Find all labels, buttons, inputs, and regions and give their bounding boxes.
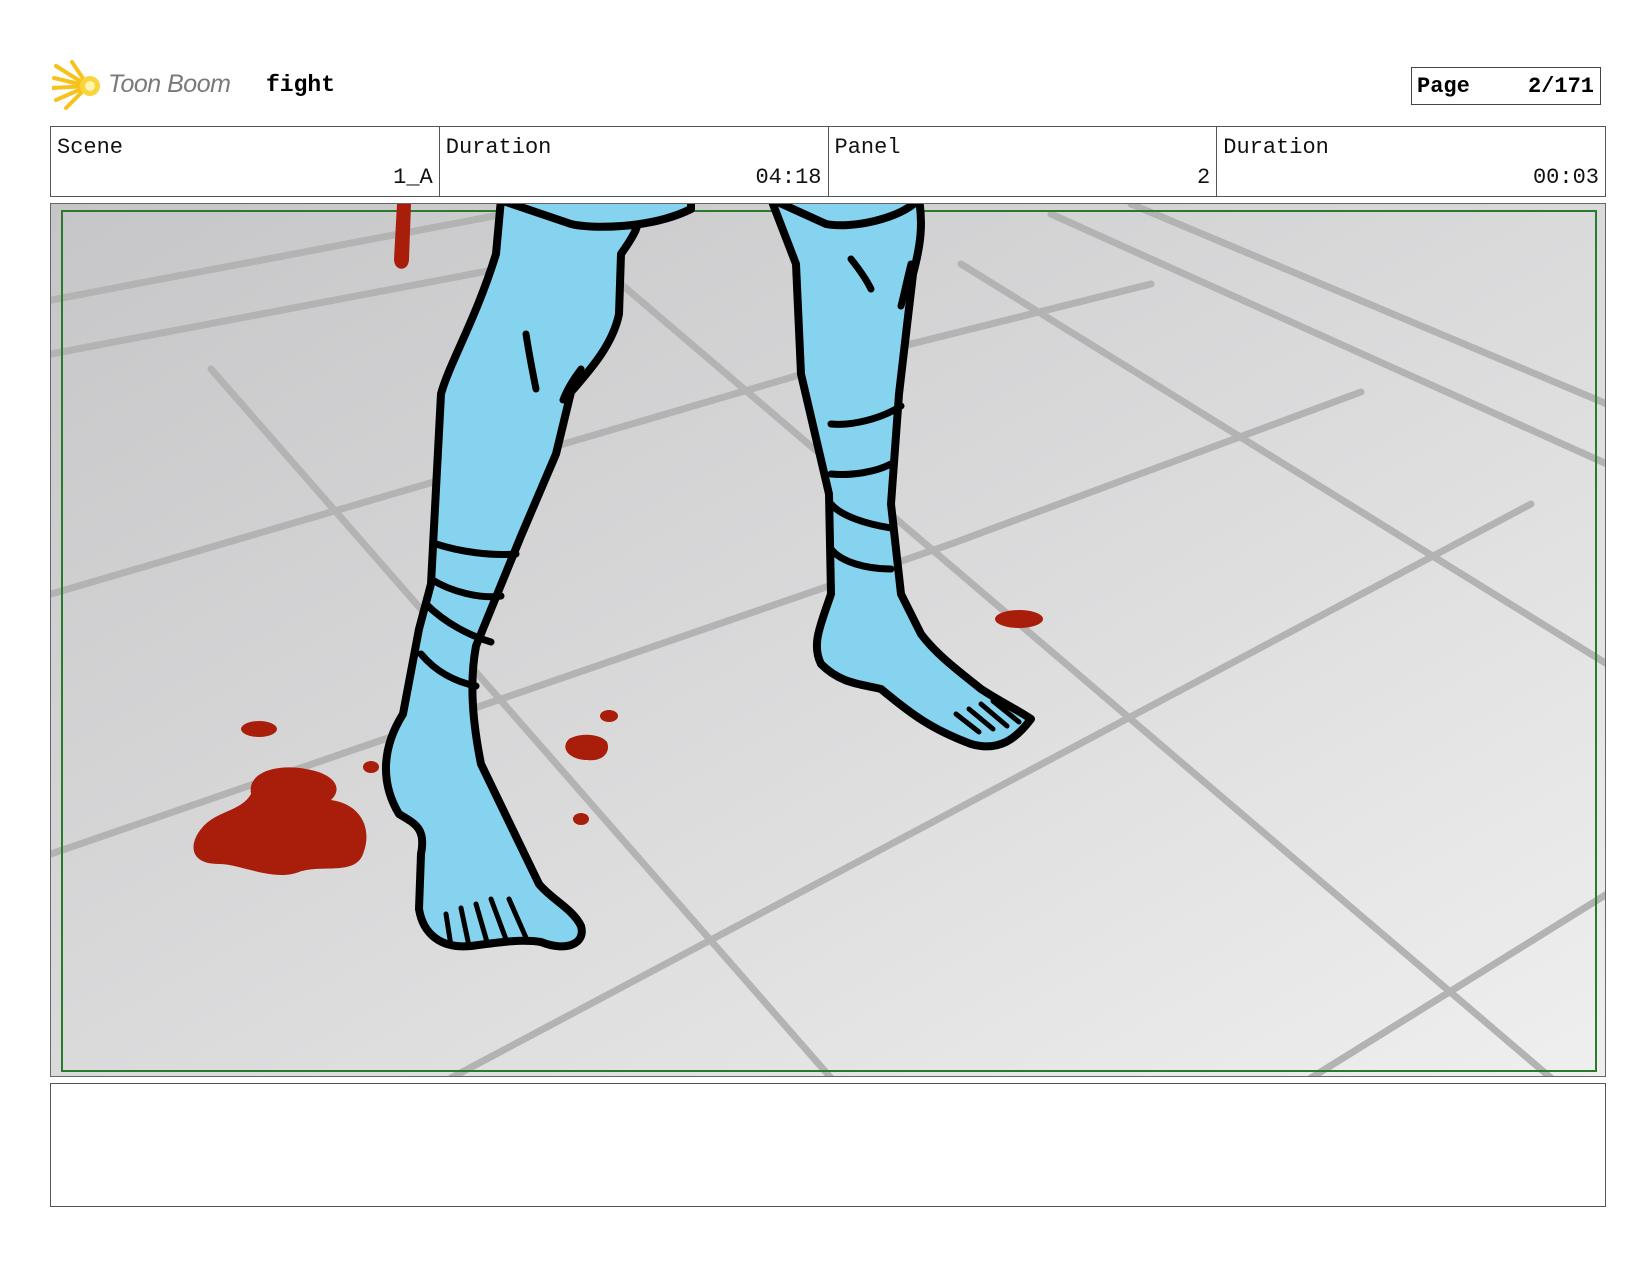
blood-drop bbox=[600, 710, 618, 722]
blood-drop bbox=[363, 761, 379, 773]
panel-notes-box bbox=[50, 1083, 1606, 1207]
scene-label: Scene bbox=[57, 135, 124, 160]
scene-cell: Scene 1_A bbox=[51, 127, 440, 196]
scene-duration-value: 04:18 bbox=[755, 165, 822, 190]
panel-drawing bbox=[51, 204, 1605, 1076]
blood-drip bbox=[394, 204, 411, 269]
panel-cell: Panel 2 bbox=[829, 127, 1218, 196]
panel-label: Panel bbox=[834, 135, 901, 160]
panel-duration-value: 00:03 bbox=[1532, 165, 1599, 190]
panel-duration-label: Duration bbox=[1223, 135, 1329, 160]
blood-drop bbox=[573, 813, 589, 825]
panel-duration-cell: Duration 00:03 bbox=[1217, 127, 1605, 196]
blood-drop bbox=[995, 610, 1043, 628]
page-label: Page bbox=[1417, 74, 1470, 99]
storyboard-panel-image bbox=[50, 203, 1606, 1077]
scene-duration-cell: Duration 04:18 bbox=[440, 127, 829, 196]
panel-value: 2 bbox=[1197, 165, 1211, 190]
scene-value: 1_A bbox=[393, 165, 433, 190]
logo-text: Toon Boom bbox=[108, 70, 231, 98]
project-title: fight bbox=[266, 72, 336, 98]
toon-boom-logo: Toon Boom bbox=[52, 60, 252, 112]
blood-drop bbox=[241, 721, 277, 737]
scene-duration-label: Duration bbox=[445, 135, 552, 160]
starburst-icon bbox=[52, 60, 100, 110]
panel-info-row: Scene 1_A Duration 04:18 Panel 2 Duratio… bbox=[50, 126, 1606, 197]
page-number: 2/171 bbox=[1527, 74, 1594, 99]
page-indicator: Page 2/171 bbox=[1411, 67, 1601, 105]
